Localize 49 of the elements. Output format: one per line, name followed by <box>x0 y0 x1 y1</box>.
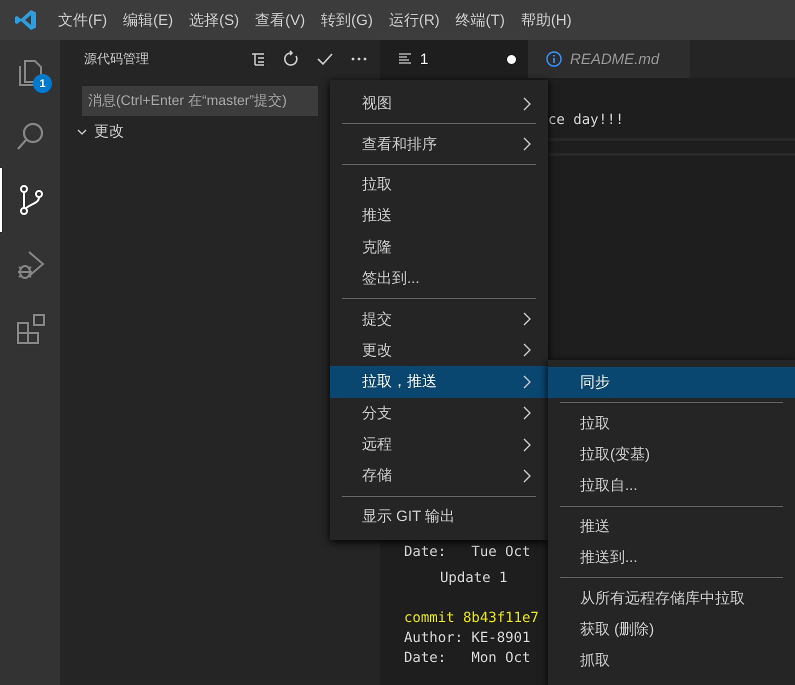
menu-item[interactable]: 提交 <box>330 303 548 335</box>
menu-item[interactable]: 推送 <box>548 510 795 542</box>
menu-bar-item[interactable]: 查看(V) <box>247 0 314 40</box>
menu-item[interactable]: 视图 <box>330 88 548 120</box>
code-line: Date: Mon Oct <box>404 650 530 666</box>
menu-item[interactable]: 存储 <box>330 460 548 492</box>
menu-item[interactable]: 抓取 <box>548 645 795 677</box>
menu-item[interactable]: 推送 <box>330 200 548 232</box>
menu-item[interactable]: 从所有远程存储库中拉取 <box>548 582 795 614</box>
tree-view-icon[interactable] <box>250 51 266 67</box>
activity-bar-item[interactable]: 1 <box>0 40 60 104</box>
menu-bar-item[interactable]: 文件(F) <box>50 0 116 40</box>
menu-item[interactable]: 显示 GIT 输出 <box>330 500 548 532</box>
menu-bar-item[interactable]: 终端(T) <box>448 0 513 40</box>
menu-item[interactable]: 克隆 <box>330 232 548 263</box>
vscode-logo-icon <box>14 8 38 32</box>
code-line: commit 8b43f11e7 <box>404 610 539 626</box>
code-line: Date: Tue Oct <box>404 544 530 560</box>
editor-tab[interactable]: 1 <box>380 40 528 78</box>
code-line: Author: KE-8901 <box>404 630 530 646</box>
code-line: Update 1 <box>440 570 508 586</box>
menu-item[interactable]: 远程 <box>330 428 548 460</box>
menu-item[interactable]: 获取 (删除) <box>548 614 795 646</box>
refresh-icon[interactable] <box>282 50 300 68</box>
menu-item[interactable]: 拉取(变基) <box>548 438 795 470</box>
menu-bar-item[interactable]: 选择(S) <box>181 0 248 40</box>
editor-tab[interactable]: README.md <box>528 40 690 78</box>
menu-bar-item[interactable]: 编辑(E) <box>115 0 182 40</box>
menu-item[interactable]: 拉取 <box>330 168 548 200</box>
info-icon <box>546 51 562 67</box>
section-header[interactable]: 更改 <box>94 122 124 141</box>
count-badge: 1 <box>33 74 52 93</box>
menu-item[interactable]: 拉取 <box>548 407 795 439</box>
menu-bar-item[interactable]: 转到(G) <box>313 0 381 40</box>
code-line: ce day!!! <box>548 112 624 128</box>
menu-item[interactable]: 更改 <box>330 334 548 366</box>
lines-icon <box>398 52 412 66</box>
menu-item[interactable]: 推送到... <box>548 542 795 574</box>
menu-item[interactable]: 签出到... <box>330 262 548 294</box>
menu-item[interactable]: 同步 <box>548 367 795 398</box>
menu-item[interactable]: 拉取自... <box>548 470 795 502</box>
menu-item[interactable]: 分支 <box>330 398 548 429</box>
commit-message-field[interactable]: 消息(Ctrl+Enter 在“master”提交) <box>82 86 318 116</box>
menu-bar-item[interactable]: 运行(R) <box>380 0 448 40</box>
menu-item[interactable]: 拉取，推送 <box>330 366 548 398</box>
sidebar-title: 源代码管理 <box>84 50 150 68</box>
extensions-icon <box>15 312 47 344</box>
menu-item[interactable]: 查看和排序 <box>330 128 548 160</box>
menu-bar-item[interactable]: 帮助(H) <box>512 0 580 40</box>
